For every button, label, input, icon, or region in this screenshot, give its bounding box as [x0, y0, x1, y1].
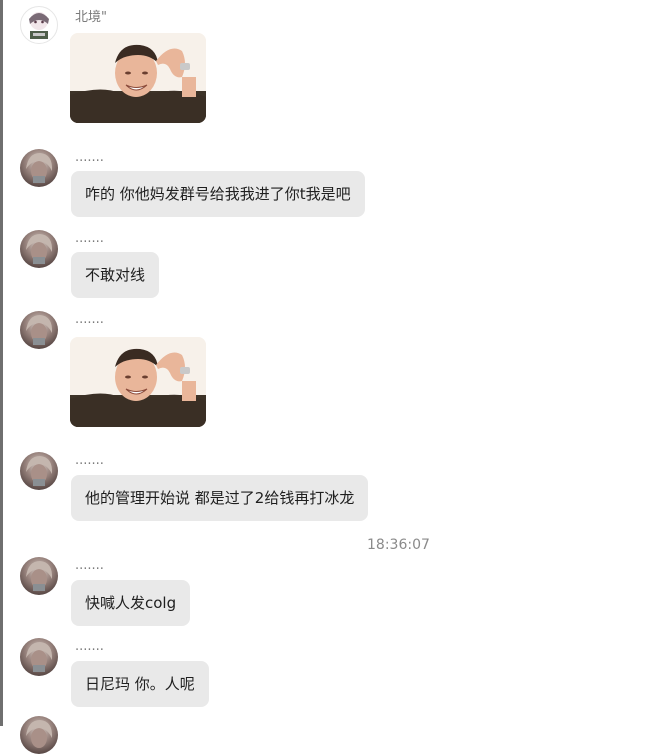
sender-name: .......: [75, 639, 104, 654]
avatar[interactable]: [20, 557, 58, 595]
chat-message-list[interactable]: 北境" ....... 咋的 你他妈发群号给我我进了你t我是吧 ....... …: [0, 0, 654, 754]
user-avatar-icon: [26, 720, 53, 748]
message-bubble[interactable]: 快喊人发colg: [71, 580, 191, 626]
sender-name: .......: [75, 150, 104, 165]
sender-name: .......: [75, 231, 104, 246]
message-bubble[interactable]: 日尼玛 你。人呢: [71, 661, 209, 707]
avatar[interactable]: [20, 716, 58, 754]
avatar[interactable]: [20, 230, 58, 268]
laughing-man-sticker-icon: [70, 33, 206, 123]
message-bubble[interactable]: 不敢对线: [71, 252, 160, 298]
sender-name: .......: [75, 558, 104, 573]
sender-name: .......: [75, 312, 104, 327]
anime-avatar-icon: [29, 12, 49, 39]
sender-name: .......: [75, 453, 104, 468]
avatar[interactable]: [20, 149, 58, 187]
user-avatar-icon: [26, 561, 53, 591]
laughing-man-sticker-icon: [70, 337, 206, 427]
avatar[interactable]: [20, 638, 58, 676]
message-bubble[interactable]: 他的管理开始说 都是过了2给钱再打冰龙: [71, 475, 369, 521]
avatar[interactable]: [20, 311, 58, 349]
user-avatar-icon: [26, 456, 53, 486]
sender-name: 北境": [75, 10, 107, 25]
user-avatar-icon: [26, 234, 53, 264]
user-avatar-icon: [26, 315, 53, 345]
user-avatar-icon: [26, 153, 53, 183]
avatar[interactable]: [20, 452, 58, 490]
user-avatar-icon: [26, 642, 53, 672]
avatar[interactable]: [20, 6, 58, 44]
laughing-man-sticker[interactable]: [70, 33, 206, 123]
message-bubble[interactable]: 咋的 你他妈发群号给我我进了你t我是吧: [71, 171, 365, 217]
laughing-man-sticker[interactable]: [70, 337, 206, 427]
message-timestamp: 18:36:07: [367, 537, 430, 553]
